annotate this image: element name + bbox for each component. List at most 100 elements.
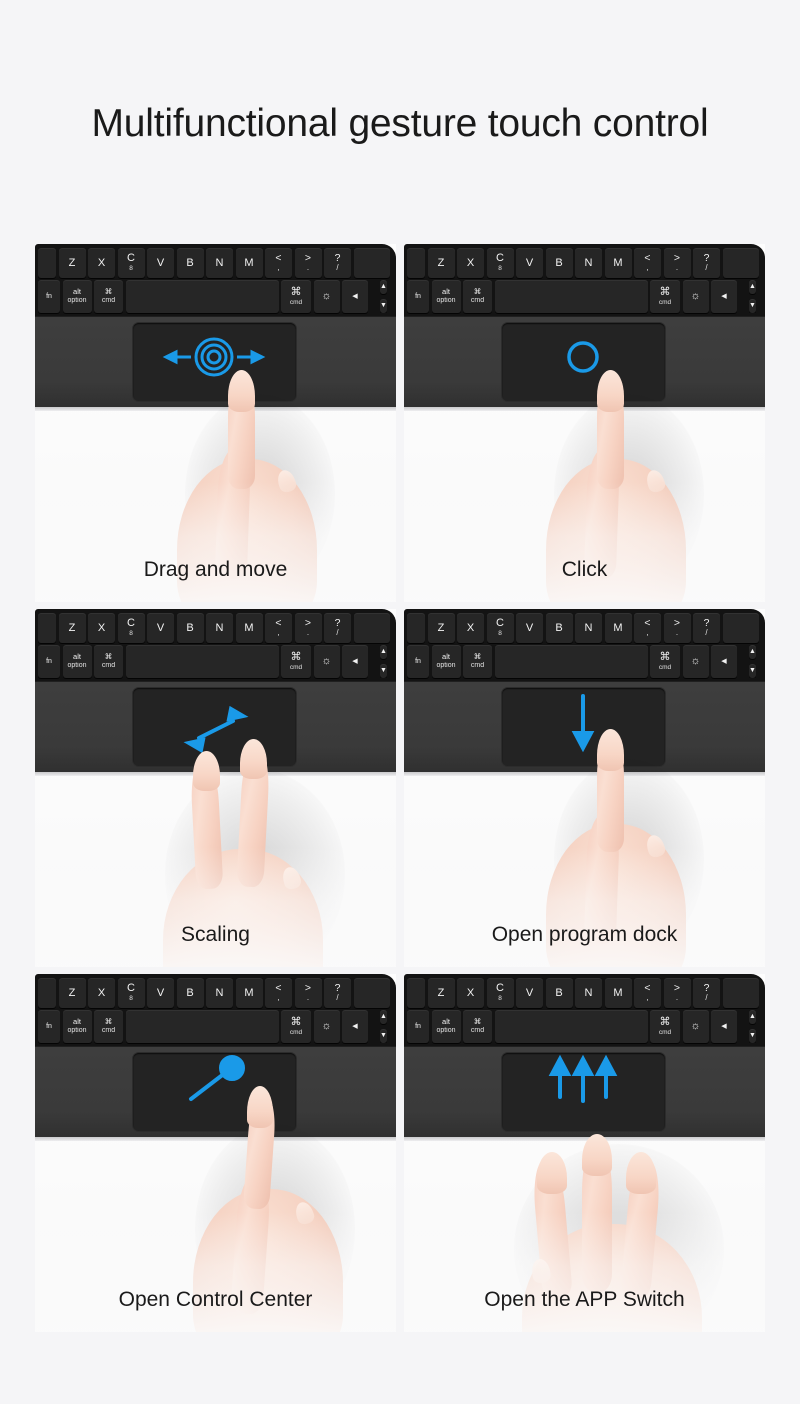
key-slash[interactable]: ? / [324, 978, 351, 1008]
key-n[interactable]: N [575, 613, 602, 643]
key-command-right[interactable]: ⌘ cmd [281, 1010, 311, 1043]
key-arrow-up-icon[interactable]: ▲ [380, 280, 387, 294]
key-v[interactable]: V [516, 613, 543, 643]
key-period[interactable]: >. [294, 978, 322, 1008]
key-x[interactable]: X [457, 978, 484, 1008]
key-m[interactable]: M [235, 613, 263, 643]
key-slash[interactable]: ? / [324, 613, 351, 643]
key-arrow-down-icon[interactable]: ▼ [749, 664, 756, 678]
key-spacebar[interactable] [125, 645, 279, 678]
key-z[interactable]: Z [427, 248, 455, 278]
key-arrow-down-icon[interactable]: ▼ [380, 1029, 387, 1043]
key-brightness-icon[interactable]: ☼ [682, 645, 709, 678]
key-v[interactable]: V [516, 978, 543, 1008]
key-x[interactable]: X [88, 248, 115, 278]
key-arrow-down-icon[interactable]: ▼ [749, 1029, 756, 1043]
key-shift-right[interactable] [722, 978, 759, 1008]
key-n[interactable]: N [206, 613, 233, 643]
key-b[interactable]: B [176, 613, 204, 643]
key-command-left[interactable]: ⌘ cmd [94, 280, 123, 313]
key-period[interactable]: >. [663, 978, 691, 1008]
gesture-panel-drag-and-move[interactable]: Z X C8 V B N M <, >. ? / fn alt option ⌘ cm… [35, 244, 396, 602]
key-b[interactable]: B [545, 978, 573, 1008]
key-n[interactable]: N [575, 978, 602, 1008]
key-arrow-up-icon[interactable]: ▲ [749, 280, 756, 294]
key-shift-edge[interactable] [38, 613, 56, 643]
key-arrow-updown[interactable]: ▲ ▼ [371, 645, 397, 678]
key-arrow-updown[interactable]: ▲ ▼ [371, 1010, 397, 1043]
key-brightness-icon[interactable]: ☼ [313, 645, 340, 678]
key-arrow-left-icon[interactable]: ◀ [711, 645, 737, 678]
key-shift-edge[interactable] [407, 978, 425, 1008]
key-brightness-icon[interactable]: ☼ [682, 1010, 709, 1043]
key-brightness-icon[interactable]: ☼ [313, 280, 340, 313]
key-z[interactable]: Z [427, 978, 455, 1008]
key-spacebar[interactable] [125, 280, 279, 313]
key-slash[interactable]: ? / [693, 248, 720, 278]
key-arrow-up-icon[interactable]: ▲ [380, 645, 387, 659]
key-comma[interactable]: <, [634, 248, 661, 278]
key-b[interactable]: B [545, 248, 573, 278]
key-spacebar[interactable] [494, 1010, 648, 1043]
key-spacebar[interactable] [494, 645, 648, 678]
key-fn[interactable]: fn [407, 645, 429, 678]
key-z[interactable]: Z [58, 978, 86, 1008]
key-comma[interactable]: <, [265, 613, 292, 643]
key-c[interactable]: C8 [486, 248, 514, 278]
key-shift-right[interactable] [722, 613, 759, 643]
trackpad[interactable] [502, 323, 665, 401]
key-arrow-left-icon[interactable]: ◀ [342, 1010, 368, 1043]
key-arrow-up-icon[interactable]: ▲ [749, 1010, 756, 1024]
key-command-right[interactable]: ⌘ cmd [650, 645, 680, 678]
key-command-right[interactable]: ⌘ cmd [650, 280, 680, 313]
key-shift-edge[interactable] [38, 978, 56, 1008]
key-arrow-left-icon[interactable]: ◀ [342, 280, 368, 313]
key-arrow-updown[interactable]: ▲ ▼ [740, 280, 766, 313]
key-command-left[interactable]: ⌘ cmd [463, 645, 492, 678]
key-c[interactable]: C8 [117, 978, 145, 1008]
trackpad[interactable] [133, 688, 296, 766]
key-c[interactable]: C8 [486, 978, 514, 1008]
key-fn[interactable]: fn [407, 280, 429, 313]
gesture-panel-open-the-app-switch[interactable]: Z X C8 V B N M <, >. ? / fn alt option ⌘ cm… [404, 974, 765, 1332]
key-shift-right[interactable] [722, 248, 759, 278]
key-shift-right[interactable] [353, 613, 390, 643]
key-command-left[interactable]: ⌘ cmd [463, 1010, 492, 1043]
key-v[interactable]: V [147, 613, 174, 643]
key-command-left[interactable]: ⌘ cmd [463, 280, 492, 313]
key-shift-edge[interactable] [407, 613, 425, 643]
key-v[interactable]: V [147, 248, 174, 278]
key-option[interactable]: alt option [62, 280, 92, 313]
key-command-left[interactable]: ⌘ cmd [94, 645, 123, 678]
gesture-panel-click[interactable]: Z X C8 V B N M <, >. ? / fn alt option ⌘ cm… [404, 244, 765, 602]
key-brightness-icon[interactable]: ☼ [682, 280, 709, 313]
key-x[interactable]: X [88, 613, 115, 643]
key-x[interactable]: X [457, 613, 484, 643]
key-n[interactable]: N [575, 248, 602, 278]
key-m[interactable]: M [235, 248, 263, 278]
key-c[interactable]: C8 [117, 248, 145, 278]
key-brightness-icon[interactable]: ☼ [313, 1010, 340, 1043]
key-arrow-updown[interactable]: ▲ ▼ [371, 280, 397, 313]
key-command-right[interactable]: ⌘ cmd [281, 645, 311, 678]
key-spacebar[interactable] [494, 280, 648, 313]
key-command-left[interactable]: ⌘ cmd [94, 1010, 123, 1043]
key-arrow-left-icon[interactable]: ◀ [711, 1010, 737, 1043]
key-shift-right[interactable] [353, 248, 390, 278]
key-command-right[interactable]: ⌘ cmd [281, 280, 311, 313]
key-arrow-updown[interactable]: ▲ ▼ [740, 1010, 766, 1043]
gesture-panel-open-program-dock[interactable]: Z X C8 V B N M <, >. ? / fn alt option ⌘ cm… [404, 609, 765, 967]
key-slash[interactable]: ? / [693, 613, 720, 643]
key-c[interactable]: C8 [486, 613, 514, 643]
key-arrow-up-icon[interactable]: ▲ [749, 645, 756, 659]
key-comma[interactable]: <, [634, 613, 661, 643]
key-period[interactable]: >. [663, 248, 691, 278]
key-arrow-left-icon[interactable]: ◀ [711, 280, 737, 313]
key-shift-edge[interactable] [38, 248, 56, 278]
key-fn[interactable]: fn [38, 280, 60, 313]
key-period[interactable]: >. [663, 613, 691, 643]
key-shift-right[interactable] [353, 978, 390, 1008]
key-option[interactable]: alt option [62, 1010, 92, 1043]
key-x[interactable]: X [457, 248, 484, 278]
key-v[interactable]: V [147, 978, 174, 1008]
